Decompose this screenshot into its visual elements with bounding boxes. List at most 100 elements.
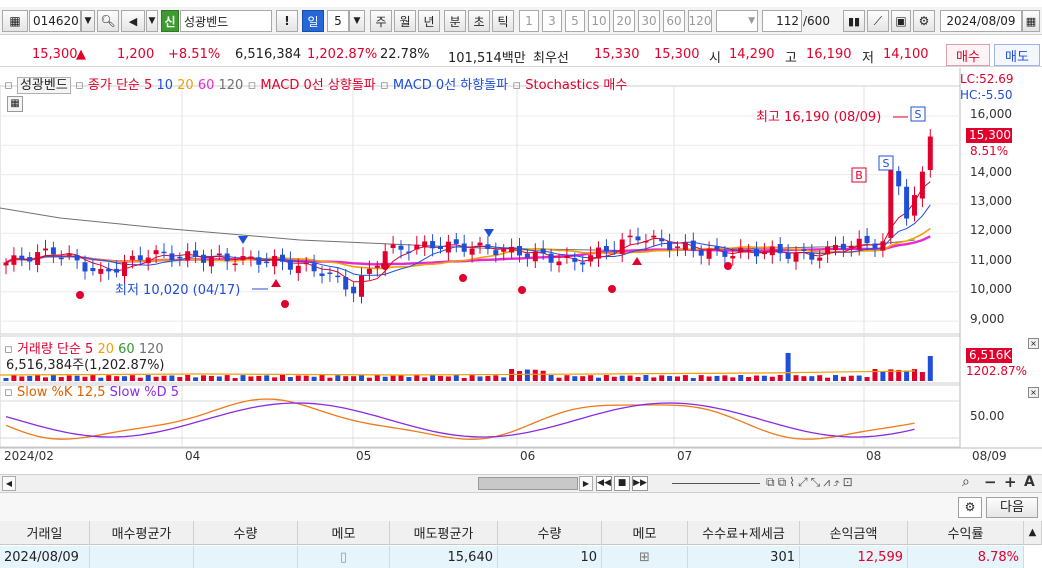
history-dropdown-icon[interactable]: ▼	[146, 10, 158, 32]
col-header[interactable]: 매도평균가	[390, 521, 498, 545]
volume-bar	[137, 377, 143, 381]
history-back-icon[interactable]: ◀	[121, 10, 145, 32]
volume-bar	[927, 356, 933, 381]
period-year-button[interactable]: 년	[418, 10, 440, 32]
volume-bar	[422, 377, 428, 381]
period-tick-button[interactable]: 틱	[492, 10, 514, 32]
fast-forward-icon[interactable]: ▶▶	[632, 476, 648, 491]
stoch-panel-close-icon[interactable]: ×	[1028, 387, 1039, 398]
high-annotation: 최고 16,190 (08/09)	[756, 110, 882, 125]
col-header[interactable]: 수량	[498, 521, 602, 545]
scroll-left-icon[interactable]: ◀	[2, 476, 16, 491]
zoom-search-icon[interactable]: ⌕	[962, 474, 970, 490]
minute-option-3[interactable]: 3	[542, 10, 562, 32]
low-annotation: 최저 10,020 (04/17)	[115, 283, 241, 298]
minute-custom-select[interactable]: ▼	[716, 10, 758, 32]
candle-body	[801, 249, 807, 251]
chart-scrollbar[interactable]: ◀ ▶ ◀◀ ■ ▶▶ ⧉⧉⌇⤢⤡⩘⤴⊡ ⌕ − + A	[0, 473, 1042, 493]
candle-body	[904, 186, 910, 219]
period-count-input[interactable]: 5	[327, 10, 349, 32]
candle-body	[785, 253, 791, 259]
candle-body	[240, 256, 246, 261]
volume-panel-close-icon[interactable]: ×	[1028, 338, 1039, 349]
candle-body	[66, 254, 72, 256]
row-sell-qty: 10	[498, 546, 602, 568]
code-dropdown-chevron-down-icon[interactable]: ▼	[81, 10, 95, 32]
date-input[interactable]: 2024/08/09	[940, 10, 1022, 32]
settings-gear-icon[interactable]: ⚙	[913, 10, 935, 32]
stoch-k-title[interactable]: Slow %K 12,5	[17, 385, 106, 400]
scroll-right-icon[interactable]: ▶	[579, 476, 593, 491]
col-header[interactable]: 거래일	[0, 521, 90, 545]
legend-stock-name[interactable]: 성광벤드	[16, 77, 71, 94]
volume-bar	[398, 375, 404, 381]
volume-bar	[319, 375, 325, 381]
zoom-in-icon[interactable]: +	[1004, 473, 1017, 491]
row-date[interactable]: 2024/08/09	[0, 546, 90, 568]
chart-area[interactable]: S S B ▫ 성광벤드 ▫ 종가 단순 5 10 20 60 120 ▫ MACD…	[0, 68, 1042, 475]
drawing-tools-icon[interactable]: ⧉⧉⌇⤢⤡⩘⤴⊡	[766, 475, 856, 490]
volume-bar	[675, 376, 680, 381]
col-header[interactable]: 수수료+제세금	[688, 521, 800, 545]
calendar-icon[interactable]: ▦	[1022, 10, 1040, 32]
legend-macd-down[interactable]: MACD 0선 하향돌파	[393, 78, 508, 93]
stock-name-field[interactable]: 성광벤드	[180, 10, 272, 32]
col-header[interactable]: 메모	[298, 521, 390, 545]
col-header[interactable]: 수익률	[908, 521, 1024, 545]
search-icon[interactable]: 🔍︎	[97, 10, 119, 32]
minute-option-10[interactable]: 10	[588, 10, 610, 32]
candle-type-icon[interactable]: ▮▮	[843, 10, 865, 32]
row-buy-memo[interactable]: ▯	[298, 546, 390, 568]
period-week-button[interactable]: 주	[370, 10, 392, 32]
legend-ma-label[interactable]: 종가 단순	[88, 78, 140, 93]
candle-body	[706, 249, 712, 259]
row-buy-avg	[90, 546, 194, 568]
period-month-button[interactable]: 월	[394, 10, 416, 32]
legend-macd-up[interactable]: MACD 0선 상향돌파	[260, 78, 375, 93]
alert-icon[interactable]: !	[276, 10, 298, 32]
minute-option-5[interactable]: 5	[565, 10, 585, 32]
minute-option-60[interactable]: 60	[663, 10, 685, 32]
col-header[interactable]: 매수평균가	[90, 521, 194, 545]
volume-bar	[11, 375, 17, 381]
candle-body	[777, 244, 783, 254]
price-axis-label: 16,000	[970, 107, 1012, 121]
sell-button[interactable]: 매도	[994, 44, 1040, 66]
volume-bar	[161, 375, 167, 381]
panel-settings-gear-icon[interactable]: ⚙	[958, 497, 982, 518]
period-minute-button[interactable]: 분	[444, 10, 466, 32]
minute-option-30[interactable]: 30	[638, 10, 660, 32]
layout-icon[interactable]: ▦	[2, 10, 28, 32]
zoom-out-icon[interactable]: −	[984, 473, 997, 491]
period-day-button[interactable]: 일	[302, 10, 324, 32]
minute-option-1[interactable]: 1	[519, 10, 539, 32]
stop-icon[interactable]: ■	[614, 476, 630, 491]
zoom-slider-track[interactable]	[672, 483, 760, 484]
period-second-button[interactable]: 초	[468, 10, 490, 32]
stock-code-input[interactable]: 014620	[29, 10, 81, 32]
scroll-thumb[interactable]	[478, 477, 578, 490]
memo-icon[interactable]: ▯	[340, 550, 347, 565]
memo-add-icon[interactable]: ⊞	[639, 550, 650, 565]
save-icon[interactable]: ▣	[891, 10, 911, 32]
table-scroll-up-icon[interactable]: ▲	[1024, 521, 1042, 545]
buy-button[interactable]: 매수	[946, 44, 990, 66]
next-button[interactable]: 다음	[986, 497, 1038, 518]
period-count-chevron-down-icon[interactable]: ▼	[349, 10, 365, 32]
row-sell-memo[interactable]: ⊞	[602, 546, 688, 568]
col-header[interactable]: 손익금액	[800, 521, 908, 545]
stoch-d-title[interactable]: Slow %D 5	[110, 385, 179, 400]
price-chart-canvas[interactable]: S S B	[0, 68, 1042, 475]
minute-option-20[interactable]: 20	[613, 10, 635, 32]
table-view-icon[interactable]: ▦	[7, 96, 23, 112]
volume-bar	[256, 375, 262, 381]
volume-value-text: 6,516,384주(1,202.87%)	[6, 358, 165, 373]
col-header[interactable]: 수량	[194, 521, 298, 545]
minute-option-120[interactable]: 120	[688, 10, 712, 32]
col-header[interactable]: 메모	[602, 521, 688, 545]
rewind-icon[interactable]: ◀◀	[596, 476, 612, 491]
trend-line-icon[interactable]: ⟋	[867, 10, 889, 32]
legend-stochastics-buy[interactable]: Stochastics 매수	[525, 78, 627, 93]
view-count-input[interactable]: 112	[762, 10, 802, 32]
auto-scale-icon[interactable]: A	[1024, 474, 1035, 490]
